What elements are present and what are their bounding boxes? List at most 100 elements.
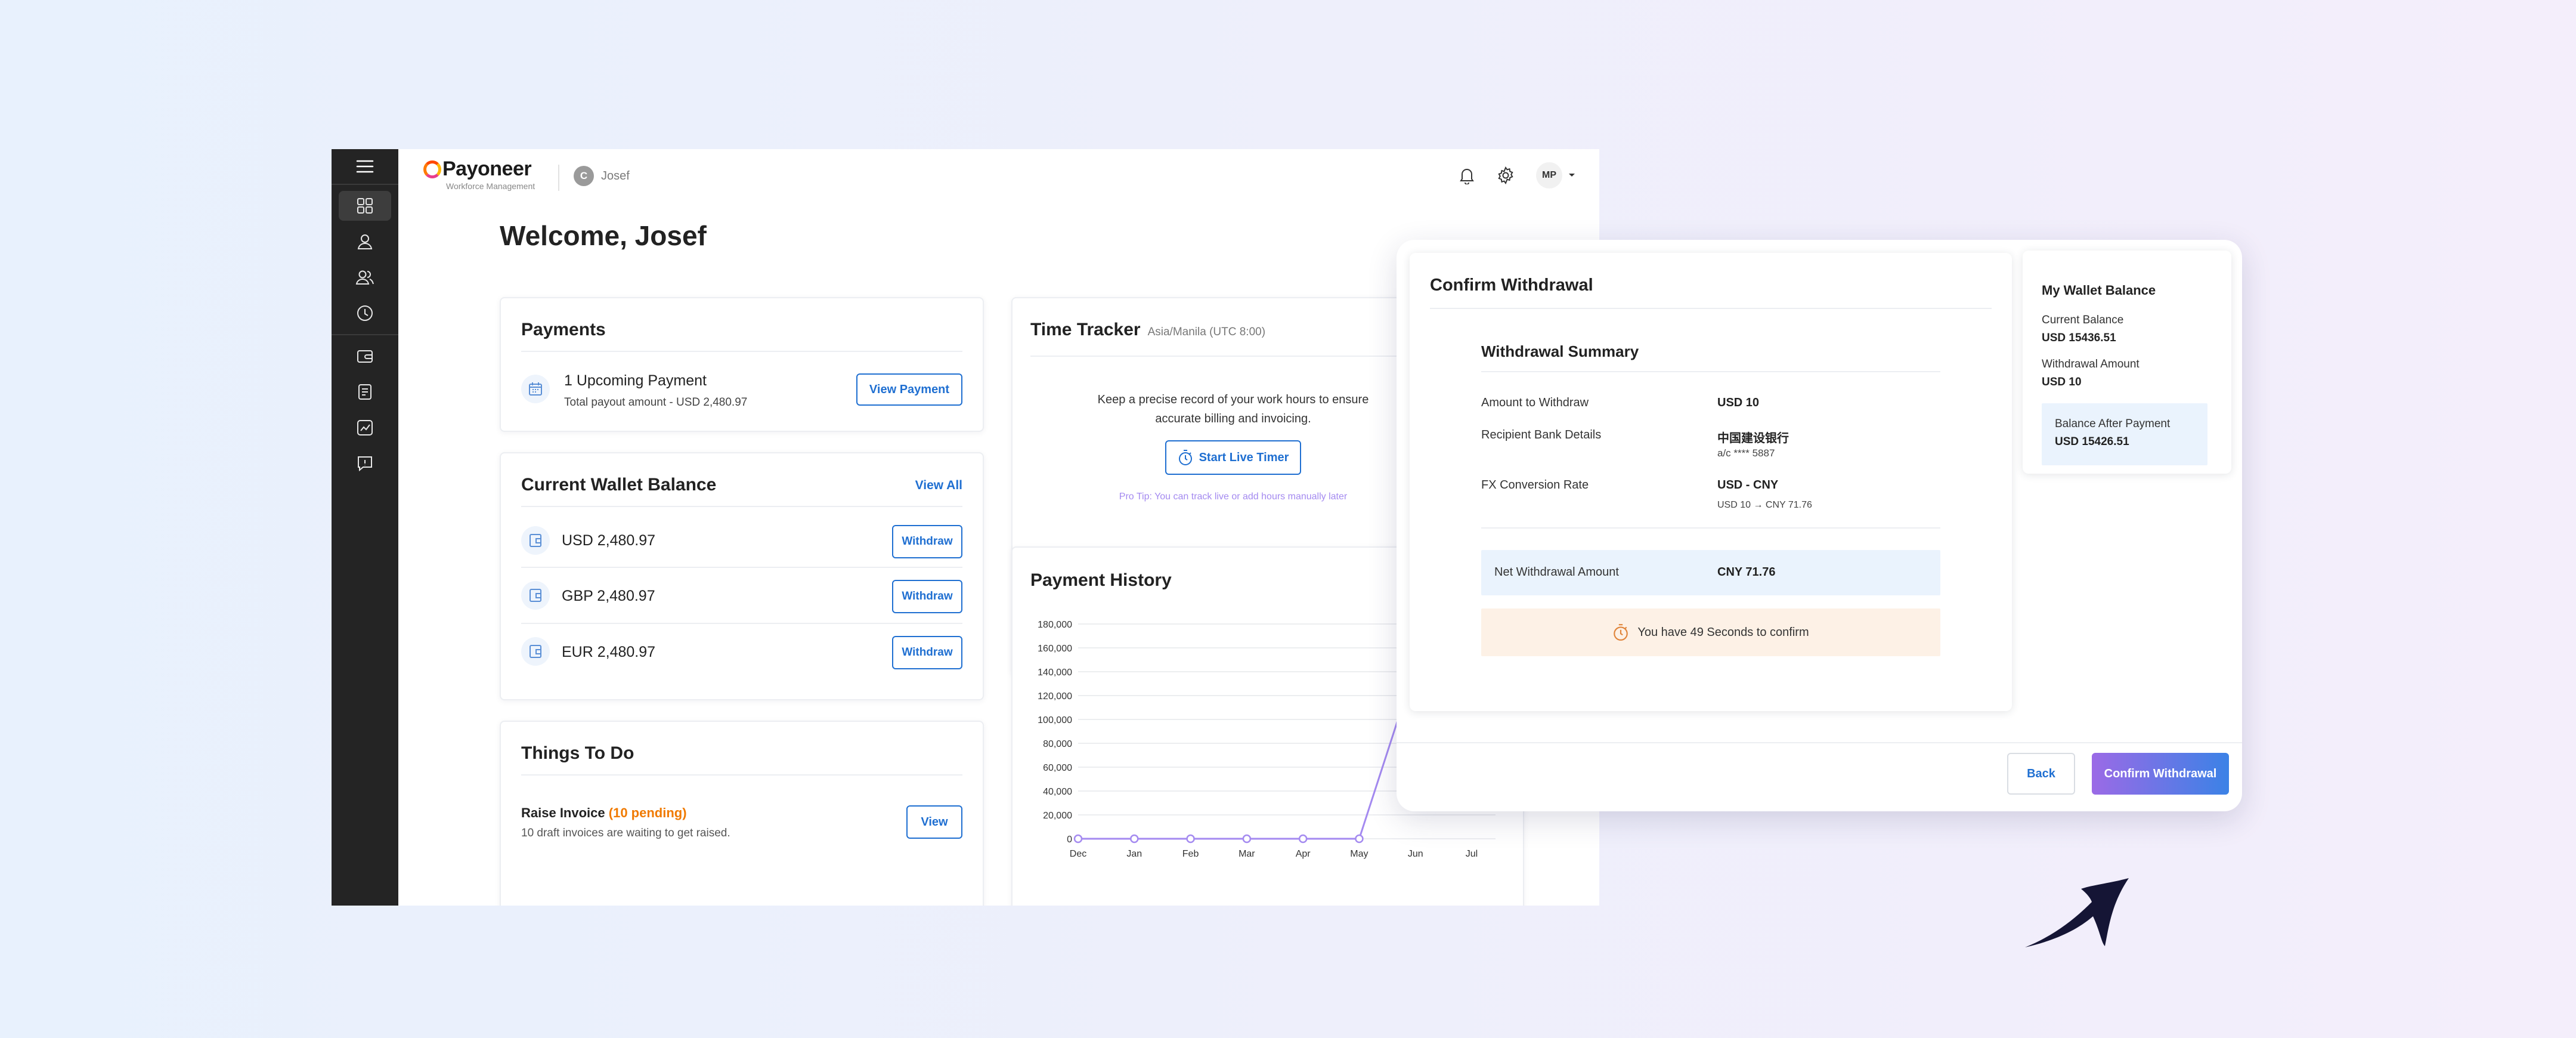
recipient-bank-name: 中国建设银行	[1717, 432, 1789, 445]
time-tracker-title: Time Tracker	[1030, 320, 1141, 339]
wallet-row: EUR 2,480.97 Withdraw	[521, 624, 962, 680]
wallet-row: GBP 2,480.97 Withdraw	[521, 568, 962, 624]
recipient-account-number: a/c **** 5887	[1717, 447, 1775, 459]
message-icon	[358, 456, 372, 472]
withdraw-button[interactable]: Withdraw	[892, 580, 962, 613]
page-title: Welcome, Josef	[500, 220, 707, 251]
chart-data-point	[1186, 834, 1195, 844]
view-all-link[interactable]: View All	[915, 478, 962, 493]
wallet-divider	[521, 506, 962, 507]
company-avatar: C	[574, 166, 594, 186]
todo-task-title: Raise Invoice	[521, 805, 605, 820]
sidebar-item-wallet[interactable]	[339, 341, 391, 371]
withdraw-button[interactable]: Withdraw	[892, 525, 962, 558]
chart-x-tick-label: Jul	[1466, 849, 1478, 859]
my-wallet-title: My Wallet Balance	[2042, 283, 2156, 298]
sidebar-item-reports[interactable]	[339, 413, 391, 443]
sidebar-item-invoices[interactable]	[339, 377, 391, 407]
my-wallet-balance-panel: My Wallet Balance Current Balance USD 15…	[2023, 251, 2231, 474]
fx-rate-label: FX Conversion Rate	[1481, 478, 1589, 492]
withdraw-button[interactable]: Withdraw	[892, 636, 962, 669]
chart-data-point	[1242, 834, 1252, 844]
payments-title: Payments	[521, 320, 606, 339]
view-invoices-button[interactable]: View	[906, 805, 962, 839]
chart-y-tick-label: 120,000	[1038, 691, 1072, 702]
sidebar-item-profile[interactable]	[339, 227, 391, 257]
amount-to-withdraw-value: USD 10	[1717, 396, 1760, 409]
wallet-amount: USD 2,480.97	[562, 532, 656, 549]
arrow-icon	[2025, 878, 2129, 947]
bell-icon[interactable]	[1459, 166, 1475, 184]
fx-pair: USD - CNY	[1717, 478, 1779, 492]
wallet-icon	[357, 350, 373, 363]
summary-divider	[1481, 371, 1940, 372]
chart-x-tick-label: Dec	[1070, 849, 1086, 859]
logo-wordmark: Payoneer	[423, 157, 535, 181]
sidebar-item-dashboard[interactable]	[339, 191, 391, 221]
chart-x-tick-label: Apr	[1296, 849, 1311, 859]
current-balance-label: Current Balance	[2042, 314, 2124, 326]
todo-task-description: 10 draft invoices are waiting to get rai…	[521, 827, 730, 839]
view-payment-button[interactable]: View Payment	[856, 373, 962, 406]
wallet-balance-card: Current Wallet Balance View All USD 2,48…	[500, 452, 984, 700]
chart-x-tick-label: May	[1350, 849, 1368, 859]
fx-conversion-detail: USD 10 → CNY 71.76	[1717, 500, 1812, 510]
start-live-timer-label: Start Live Timer	[1199, 450, 1289, 464]
chart-data-point	[1073, 834, 1083, 844]
menu-button[interactable]	[332, 149, 398, 185]
gear-icon[interactable]	[1497, 166, 1515, 184]
logo-ring-icon	[423, 160, 441, 178]
sidebar-item-messages[interactable]	[339, 449, 391, 478]
payout-total: Total payout amount - USD 2,480.97	[564, 396, 748, 409]
sidebar-divider	[332, 334, 398, 335]
brand-name: Payoneer	[442, 157, 532, 180]
balance-after-value: USD 15426.51	[2055, 435, 2129, 448]
user-icon	[357, 234, 373, 249]
confirm-withdrawal-button[interactable]: Confirm Withdrawal	[2092, 753, 2229, 795]
sidebar-item-team[interactable]	[339, 262, 391, 292]
things-to-do-card: Things To Do Raise Invoice (10 pending) …	[500, 721, 984, 906]
chart-data-point	[1355, 834, 1364, 844]
topbar-actions: MP	[1459, 162, 1575, 189]
brand-tagline: Workforce Management	[446, 181, 535, 191]
payoneer-logo[interactable]: Payoneer Workforce Management	[423, 157, 535, 191]
withdrawal-summary-title: Withdrawal Summary	[1481, 342, 1639, 360]
sidebar-item-time[interactable]	[339, 298, 391, 328]
withdrawal-amount-value: USD 10	[2042, 376, 2082, 388]
tracker-description: Keep a precise record of your work hours…	[1013, 390, 1454, 428]
wallet-balance-title: Current Wallet Balance	[521, 475, 717, 495]
chart-y-tick-label: 180,000	[1038, 620, 1072, 630]
wallet-currency-icon-wrap	[521, 526, 550, 555]
chart-series-line	[1078, 665, 1417, 840]
wallet-currency-icon-wrap	[521, 637, 550, 666]
confirm-withdrawal-modal: Confirm Withdrawal Withdrawal Summary Am…	[1397, 240, 2242, 811]
wallet-row: USD 2,480.97 Withdraw	[521, 513, 962, 568]
balance-after-box: Balance After Payment USD 15426.51	[2042, 403, 2207, 465]
payment-history-title: Payment History	[1030, 570, 1172, 590]
wallet-icon	[530, 645, 541, 658]
stopwatch-icon	[1614, 624, 1628, 641]
things-to-do-title: Things To Do	[521, 743, 634, 763]
amount-to-withdraw-label: Amount to Withdraw	[1481, 396, 1589, 409]
net-withdrawal-label: Net Withdrawal Amount	[1494, 566, 1619, 579]
start-live-timer-button[interactable]: Start Live Timer	[1165, 440, 1301, 475]
chart-icon	[357, 420, 373, 435]
payments-card: Payments 1 Upcoming Payment Total payout…	[500, 297, 984, 432]
user-menu[interactable]: MP	[1536, 162, 1575, 189]
recipient-bank-label: Recipient Bank Details	[1481, 428, 1602, 441]
pending-badge: (10 pending)	[608, 805, 687, 820]
net-withdrawal-value: CNY 71.76	[1717, 566, 1776, 579]
grid-icon	[357, 198, 373, 214]
confirm-timer-text: You have 49 Seconds to confirm	[1637, 625, 1809, 639]
timezone-label: Asia/Manila (UTC 8:00)	[1147, 326, 1266, 338]
chart-data-point	[1130, 834, 1139, 844]
todo-divider	[521, 774, 962, 776]
back-button[interactable]: Back	[2007, 753, 2075, 795]
payments-divider	[521, 351, 962, 352]
company-switcher[interactable]: C Josef	[574, 166, 630, 186]
todo-task: Raise Invoice (10 pending)	[521, 805, 687, 821]
rows-divider	[1481, 527, 1940, 529]
upcoming-payment-label: 1 Upcoming Payment	[564, 372, 707, 389]
pro-tip-text: Pro Tip: You can track live or add hours…	[1119, 492, 1348, 502]
modal-title: Confirm Withdrawal	[1430, 276, 1593, 295]
